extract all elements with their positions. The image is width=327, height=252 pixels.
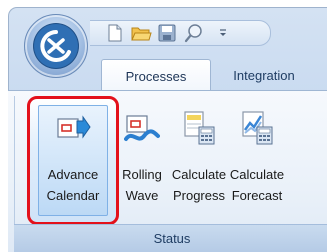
tab-label: Integration bbox=[233, 67, 295, 83]
group-label-text: Status bbox=[153, 231, 191, 246]
save-icon[interactable] bbox=[156, 22, 178, 44]
button-label: Rolling Wave bbox=[122, 164, 162, 206]
label-line: Calculate bbox=[171, 167, 227, 182]
search-icon[interactable] bbox=[183, 22, 205, 44]
calculate-progress-icon bbox=[181, 110, 217, 146]
tab-label: Processes bbox=[125, 68, 187, 84]
advance-calendar-button[interactable]: Advance Calendar bbox=[27, 96, 119, 225]
customize-dropdown-icon[interactable] bbox=[212, 22, 234, 44]
label-line: Wave bbox=[125, 188, 159, 203]
label-line: Progress bbox=[172, 188, 225, 203]
calculate-progress-button[interactable]: Calculate Progress bbox=[170, 96, 228, 224]
quick-access-toolbar bbox=[90, 20, 271, 46]
label-line: Rolling bbox=[122, 167, 162, 182]
label-line: Advance bbox=[47, 167, 99, 182]
rolling-wave-button[interactable]: Rolling Wave bbox=[116, 96, 168, 224]
ribbon-group-label: Status bbox=[14, 224, 327, 252]
button-label: Calculate Forecast bbox=[230, 164, 284, 206]
tab-processes[interactable]: Processes bbox=[101, 59, 211, 92]
label-line: Calculate bbox=[229, 167, 285, 182]
button-label: Advance Calendar bbox=[47, 164, 100, 206]
label-line: Forecast bbox=[231, 188, 283, 203]
advance-calendar-icon bbox=[55, 110, 91, 146]
button-label: Calculate Progress bbox=[172, 164, 226, 206]
open-folder-icon[interactable] bbox=[130, 22, 152, 44]
calculate-forecast-button[interactable]: Calculate Forecast bbox=[224, 96, 290, 224]
tab-integration[interactable]: Integration bbox=[224, 59, 304, 91]
new-document-icon[interactable] bbox=[104, 22, 126, 44]
calculate-forecast-icon bbox=[239, 110, 275, 146]
label-line: Calendar bbox=[46, 188, 100, 203]
application-window: Processes Integration Advance Calendar R… bbox=[0, 0, 327, 252]
rolling-wave-icon bbox=[124, 110, 160, 146]
app-menu-button[interactable] bbox=[24, 14, 88, 78]
app-logo-icon bbox=[40, 30, 71, 62]
